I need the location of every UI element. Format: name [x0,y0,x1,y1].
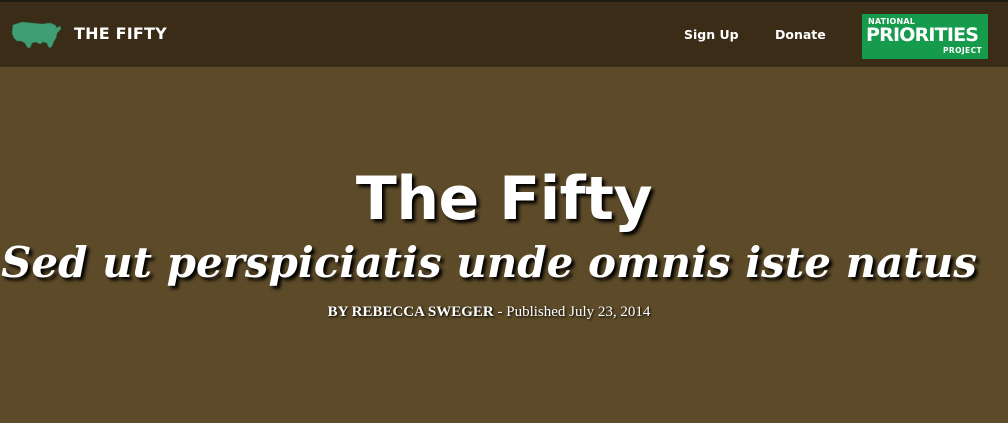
top-navigation-bar: THE FIFTY Sign Up Donate NATIONAL PRIORI… [0,0,1008,67]
national-priorities-project-logo[interactable]: NATIONAL PRIORITIES PROJECT [862,14,988,59]
hero-subtitle: Sed ut perspiciatis unde omnis iste natu… [1,238,977,287]
byline-author: BY REBECCA SWEGER [327,304,494,320]
site-title-link[interactable]: THE FIFTY [74,24,167,43]
us-map-icon[interactable] [10,19,62,51]
article-byline: BY REBECCA SWEGER - Published July 23, 2… [0,304,978,321]
byline-separator: - [493,304,507,320]
hero-title: The Fifty [355,164,653,234]
donate-link[interactable]: Donate [775,27,826,42]
logo-line-priorities: PRIORITIES [866,24,979,46]
sign-up-link[interactable]: Sign Up [684,27,739,42]
logo-line-project: PROJECT [943,46,982,55]
byline-published-date: Published July 23, 2014 [506,304,651,320]
